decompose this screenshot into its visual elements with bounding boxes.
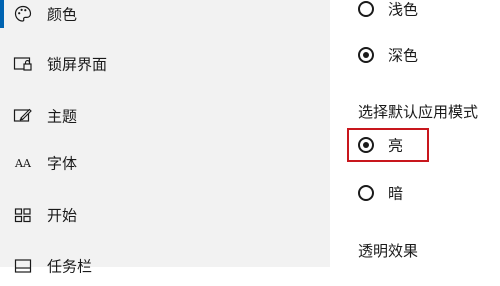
font-icon: AA bbox=[13, 153, 33, 173]
sidebar-item-colors[interactable]: 颜色 bbox=[0, 0, 330, 34]
selected-indicator bbox=[0, 0, 4, 28]
palette-icon bbox=[13, 4, 33, 24]
radio-app-dark[interactable]: 暗 bbox=[358, 179, 488, 207]
radio-label: 深色 bbox=[388, 46, 419, 65]
sidebar-item-label: 开始 bbox=[47, 206, 78, 225]
sidebar-item-label: 锁屏界面 bbox=[47, 55, 108, 74]
font-icon-glyph: AA bbox=[15, 156, 31, 170]
start-tiles-icon bbox=[13, 205, 33, 225]
sidebar-item-themes[interactable]: 主题 bbox=[0, 96, 330, 136]
theme-brush-icon bbox=[13, 106, 33, 126]
radio-label: 浅色 bbox=[388, 0, 419, 19]
highlight-annotation bbox=[347, 128, 429, 162]
radio-label: 暗 bbox=[388, 184, 404, 203]
sidebar-item-label: 颜色 bbox=[47, 5, 78, 24]
sidebar-item-taskbar[interactable]: 任务栏 bbox=[0, 246, 330, 286]
sidebar-item-lock-screen[interactable]: 锁屏界面 bbox=[0, 44, 330, 84]
radio-button[interactable] bbox=[358, 1, 374, 17]
taskbar-icon bbox=[13, 256, 33, 276]
sidebar-item-label: 任务栏 bbox=[47, 257, 93, 276]
sidebar-item-start[interactable]: 开始 bbox=[0, 195, 330, 235]
sidebar-item-label: 字体 bbox=[47, 154, 78, 173]
radio-button[interactable] bbox=[358, 47, 374, 63]
section-title-app-mode: 选择默认应用模式 bbox=[358, 103, 479, 121]
settings-sidebar: 颜色 锁屏界面 主题 AA 字体 开始 任务栏 bbox=[0, 0, 330, 276]
radio-light-mode[interactable]: 浅色 bbox=[358, 0, 488, 23]
radio-dark-mode[interactable]: 深色 bbox=[358, 41, 488, 69]
section-title-transparency: 透明效果 bbox=[358, 242, 419, 260]
radio-button[interactable] bbox=[358, 185, 374, 201]
sidebar-item-fonts[interactable]: AA 字体 bbox=[0, 143, 330, 183]
lock-screen-icon bbox=[13, 54, 33, 74]
sidebar-item-label: 主题 bbox=[47, 107, 78, 126]
